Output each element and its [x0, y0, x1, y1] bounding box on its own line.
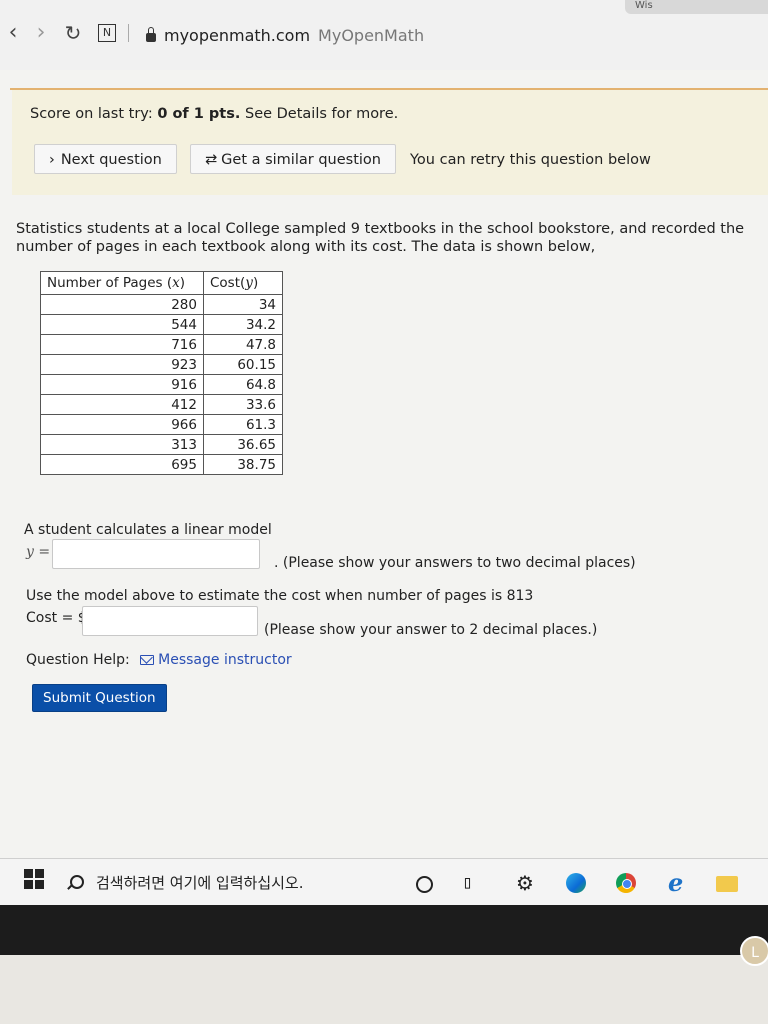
windows-start-icon[interactable] [24, 869, 44, 889]
pages-cell: 412 [40, 394, 204, 415]
refresh-icon: ⇄ [205, 152, 218, 168]
chrome-browser-icon[interactable] [616, 873, 636, 893]
cost-input[interactable] [82, 606, 258, 636]
next-question-button[interactable]: › Next question [34, 144, 177, 174]
cost-label: Cost = $ [26, 610, 87, 626]
message-instructor-link[interactable]: Message instructor [140, 652, 292, 668]
chevron-right-icon: › [49, 152, 55, 168]
pages-cell: 966 [40, 414, 204, 435]
y-hint: . (Please show your answers to two decim… [274, 555, 636, 571]
table-header-cost: Cost(y) [203, 271, 283, 295]
table-header-row: Number of Pages (x) Cost(y) [40, 271, 283, 295]
table-row: 695 38.75 [40, 454, 283, 475]
gear-icon[interactable]: ⚙ [516, 873, 536, 893]
similar-question-button[interactable]: ⇄ Get a similar question [190, 144, 396, 174]
pages-cell: 280 [40, 294, 204, 315]
search-icon [70, 875, 84, 889]
cortana-icon[interactable] [416, 876, 433, 893]
cost-cell: 33.6 [203, 394, 283, 415]
cost-cell: 60.15 [203, 354, 283, 375]
task-view-icon[interactable]: ▯ [462, 873, 482, 893]
score-panel: Score on last try: 0 of 1 pts. See Detai… [12, 90, 768, 195]
pages-cell: 544 [40, 314, 204, 335]
cost-cell: 34.2 [203, 314, 283, 335]
table-row: 923 60.15 [40, 354, 283, 375]
table-row: 412 33.6 [40, 394, 283, 415]
toolbar-divider [128, 24, 129, 42]
forward-icon[interactable]: › [30, 22, 52, 44]
cost-cell: 36.65 [203, 434, 283, 455]
score-prefix: Score on last try: [30, 106, 153, 122]
model-label: A student calculates a linear model [24, 522, 272, 538]
browser-tab[interactable]: Wis [625, 0, 768, 14]
score-message: Score on last try: 0 of 1 pts. See Detai… [30, 106, 398, 122]
similar-question-label: Get a similar question [221, 152, 381, 168]
back-icon[interactable]: ‹ [2, 22, 24, 44]
next-question-label: Next question [60, 152, 162, 168]
cost-cell: 61.3 [203, 414, 283, 435]
cost-cell: 38.75 [203, 454, 283, 475]
cost-cell: 64.8 [203, 374, 283, 395]
page-content: Score on last try: 0 of 1 pts. See Detai… [0, 70, 768, 860]
retry-message: You can retry this question below [410, 152, 651, 168]
taskbar-search-placeholder: 검색하려면 여기에 입력하십시오. [96, 874, 304, 892]
pages-cell: 313 [40, 434, 204, 455]
pages-cell: 716 [40, 334, 204, 355]
question-help: Question Help: Message instructor [26, 652, 292, 668]
score-value: 0 of 1 pts. [157, 106, 241, 122]
pages-cell: 695 [40, 454, 204, 475]
url-domain: myopenmath.com [164, 25, 311, 45]
reading-view-icon[interactable]: N [98, 24, 116, 42]
pages-cell: 916 [40, 374, 204, 395]
table-header-pages: Number of Pages (x) [40, 271, 204, 295]
submit-question-button[interactable]: Submit Question [32, 684, 167, 712]
file-explorer-icon[interactable] [716, 876, 738, 892]
url-site-title: MyOpenMath [318, 25, 425, 45]
score-suffix: See Details for more. [244, 106, 399, 122]
internet-explorer-icon[interactable]: e [668, 871, 688, 895]
data-table: Number of Pages (x) Cost(y) 280 34 544 34.2… [40, 271, 283, 475]
address-bar[interactable]: myopenmath.com MyOpenMath [146, 22, 424, 48]
estimate-label: Use the model above to estimate the cost… [26, 588, 534, 604]
taskbar-search[interactable]: 검색하려면 여기에 입력하십시오. [60, 861, 400, 905]
laptop-base [0, 955, 768, 1024]
browser-toolbar: Wis ‹ › ↻ N myopenmath.com MyOpenMath [0, 0, 768, 71]
table-row: 280 34 [40, 294, 283, 315]
edge-browser-icon[interactable] [566, 873, 586, 893]
cost-hint: (Please show your answer to 2 decimal pl… [264, 622, 598, 638]
mail-icon [140, 655, 155, 665]
laptop-logo: L [740, 936, 768, 966]
table-row: 966 61.3 [40, 414, 283, 435]
lock-icon [146, 27, 156, 42]
table-row: 313 36.65 [40, 434, 283, 455]
linear-model-input[interactable] [52, 539, 260, 569]
table-row: 916 64.8 [40, 374, 283, 395]
cost-cell: 34 [203, 294, 283, 315]
reload-icon[interactable]: ↻ [62, 22, 84, 44]
pages-cell: 923 [40, 354, 204, 375]
question-intro: Statistics students at a local College s… [16, 221, 745, 255]
y-label: y = [26, 544, 51, 560]
screen: Wis ‹ › ↻ N myopenmath.com MyOpenMath Sc… [0, 0, 768, 905]
table-row: 544 34.2 [40, 314, 283, 335]
question-help-label: Question Help: [26, 652, 130, 668]
taskbar: 검색하려면 여기에 입력하십시오. ▯ ⚙ e [0, 858, 768, 905]
cost-cell: 47.8 [203, 334, 283, 355]
table-row: 716 47.8 [40, 334, 283, 355]
